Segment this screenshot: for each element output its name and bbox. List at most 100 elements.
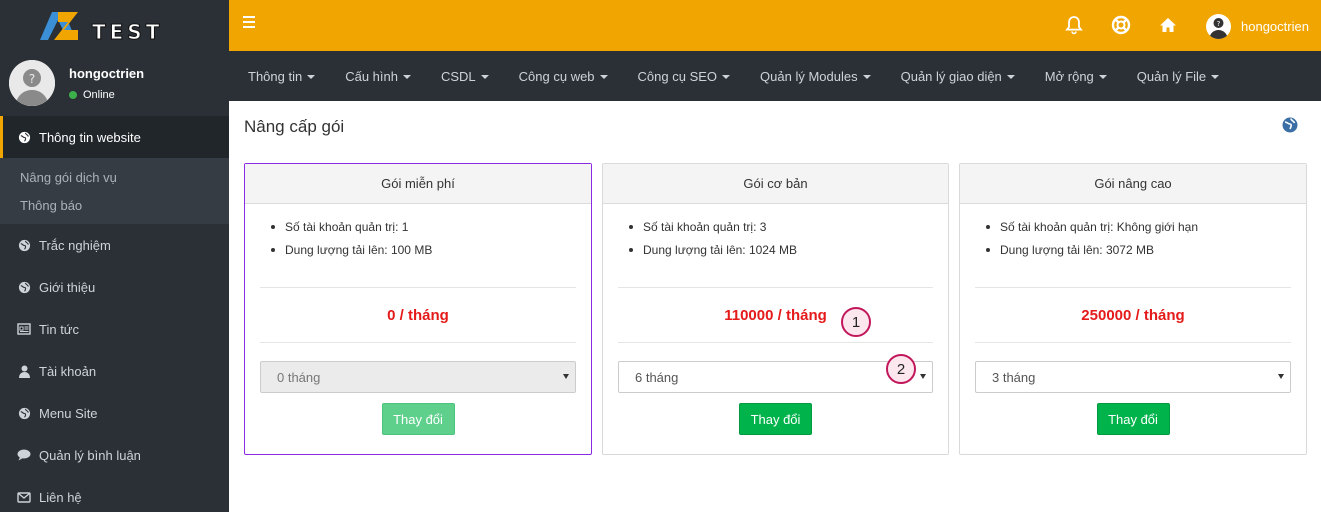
user-menu[interactable]: ? hongoctrien bbox=[1206, 13, 1309, 39]
feature-list: Số tài khoản quản trị: 3 Dung lượng tải … bbox=[618, 204, 933, 264]
feature-list: Số tài khoản quản trị: Không giới hạn Du… bbox=[975, 204, 1291, 264]
duration-value: 3 tháng bbox=[992, 369, 1036, 385]
sidebar-item-tin-tuc[interactable]: Tin tức bbox=[0, 308, 229, 350]
user-status: Online bbox=[69, 89, 115, 101]
sub-menu: Nâng gói dịch vụ Thông báo bbox=[0, 158, 229, 224]
menu-label: Quản lý File bbox=[1136, 68, 1207, 84]
globe-icon bbox=[17, 130, 31, 144]
hamburger-menu-icon[interactable] bbox=[243, 16, 255, 30]
list-item: Số tài khoản quản trị: 3 bbox=[629, 218, 933, 241]
plan-name: Gói cơ bản bbox=[603, 164, 948, 204]
caret-down-icon bbox=[862, 75, 871, 79]
svg-text:?: ? bbox=[1217, 20, 1221, 28]
change-plan-button[interactable]: Thay đổi bbox=[739, 403, 812, 435]
user-icon bbox=[17, 364, 31, 378]
logo-area[interactable]: TEST bbox=[0, 0, 229, 51]
divider bbox=[975, 342, 1291, 343]
svg-text:?: ? bbox=[29, 72, 35, 86]
sidebar-item-thong-tin-website[interactable]: Thông tin website bbox=[0, 116, 229, 158]
dropdown-arrow-icon bbox=[563, 374, 569, 379]
bell-icon[interactable] bbox=[1063, 14, 1085, 36]
sidebar-item-menu-site[interactable]: Menu Site bbox=[0, 392, 229, 434]
menu-quan-ly-modules[interactable]: Quản lý Modules bbox=[745, 69, 886, 84]
home-icon[interactable] bbox=[1157, 14, 1179, 36]
sidebar-subitem-thong-bao[interactable]: Thông báo bbox=[0, 191, 229, 219]
globe-icon bbox=[17, 280, 31, 294]
caret-down-icon bbox=[1006, 75, 1015, 79]
sidebar-item-label: Menu Site bbox=[39, 405, 98, 421]
plan-price: 0 / tháng bbox=[387, 306, 449, 324]
menu-csdl[interactable]: CSDL bbox=[426, 69, 504, 84]
plan-card-free: Gói miễn phí Số tài khoản quản trị: 1 Du… bbox=[244, 163, 592, 455]
sidebar-subitem-nang-goi[interactable]: Nâng gói dịch vụ bbox=[0, 163, 229, 191]
menu-cong-cu-seo[interactable]: Công cụ SEO bbox=[623, 69, 746, 84]
sidebar-item-quan-ly-binh-luan[interactable]: Quản lý bình luận bbox=[0, 434, 229, 476]
plan-card-basic: Gói cơ bản Số tài khoản quản trị: 3 Dung… bbox=[602, 163, 949, 455]
menu-cong-cu-web[interactable]: Công cụ web bbox=[504, 69, 623, 84]
globe-icon bbox=[17, 406, 31, 420]
avatar: ? bbox=[9, 60, 55, 106]
sidebar-item-trac-nghiem[interactable]: Trắc nghiệm bbox=[0, 224, 229, 266]
feature-list: Số tài khoản quản trị: 1 Dung lượng tải … bbox=[260, 204, 576, 264]
sidebar-item-label: Giới thiệu bbox=[39, 279, 96, 295]
caret-down-icon bbox=[1098, 75, 1107, 79]
caret-down-icon bbox=[402, 75, 411, 79]
page-title: Nâng cấp gói bbox=[244, 117, 345, 136]
menu-label: Quản lý Modules bbox=[760, 68, 858, 84]
plan-price: 250000 / tháng bbox=[1081, 306, 1185, 324]
plan-card-advanced: Gói nâng cao Số tài khoản quản trị: Khôn… bbox=[959, 163, 1307, 455]
caret-down-icon bbox=[480, 75, 489, 79]
menu-thong-tin[interactable]: Thông tin bbox=[233, 69, 330, 84]
user-panel: ? hongoctrien Online bbox=[0, 51, 229, 116]
sidebar-item-label: Thông tin website bbox=[39, 129, 141, 145]
lifebuoy-icon[interactable] bbox=[1110, 14, 1132, 36]
globe-icon[interactable] bbox=[1282, 117, 1298, 133]
menu-label: Quản lý giao diện bbox=[900, 68, 1002, 84]
status-label: Online bbox=[83, 89, 115, 101]
dropdown-arrow-icon bbox=[920, 374, 926, 379]
list-item: Số tài khoản quản trị: 1 bbox=[271, 218, 576, 241]
annotation-marker: 1 bbox=[841, 307, 871, 337]
envelope-icon bbox=[17, 490, 31, 504]
caret-down-icon bbox=[307, 75, 316, 79]
menu-quan-ly-giao-dien[interactable]: Quản lý giao diện bbox=[886, 69, 1030, 84]
menu-label: Cấu hình bbox=[345, 68, 398, 84]
username: hongoctrien bbox=[1241, 18, 1309, 34]
newspaper-icon bbox=[17, 322, 31, 336]
menu-label: Công cụ web bbox=[518, 68, 595, 84]
change-plan-button[interactable]: Thay đổi bbox=[1096, 403, 1170, 435]
sidebar-item-tai-khoan[interactable]: Tài khoản bbox=[0, 350, 229, 392]
menu-label: Thông tin bbox=[248, 68, 303, 84]
menu-label: CSDL bbox=[440, 68, 476, 84]
avatar: ? bbox=[1206, 13, 1231, 39]
annotation-marker: 2 bbox=[886, 354, 916, 384]
sidebar-item-label: Tin tức bbox=[39, 321, 80, 337]
sidebar-item-label: Quản lý bình luận bbox=[39, 447, 141, 463]
list-item: Dung lượng tải lên: 1024 MB bbox=[629, 241, 933, 264]
divider bbox=[618, 342, 933, 343]
duration-select[interactable]: 3 tháng bbox=[975, 361, 1291, 393]
online-dot-icon bbox=[69, 91, 77, 99]
main-menu: Thông tin Cấu hình CSDL Công cụ web Công… bbox=[229, 51, 1321, 101]
duration-value: 0 tháng bbox=[277, 369, 321, 385]
menu-mo-rong[interactable]: Mở rộng bbox=[1030, 69, 1122, 84]
divider bbox=[260, 342, 576, 343]
sidebar: ? hongoctrien Online Thông tin website N… bbox=[0, 51, 229, 512]
menu-quan-ly-file[interactable]: Quản lý File bbox=[1122, 69, 1234, 84]
caret-down-icon bbox=[1211, 75, 1220, 79]
duration-value: 6 tháng bbox=[635, 369, 679, 385]
sidebar-item-label: Liên hệ bbox=[39, 489, 82, 505]
list-item: Số tài khoản quản trị: Không giới hạn bbox=[986, 218, 1291, 241]
sidebar-item-gioi-thieu[interactable]: Giới thiệu bbox=[0, 266, 229, 308]
svg-text:TEST: TEST bbox=[92, 20, 163, 42]
menu-cau-hinh[interactable]: Cấu hình bbox=[330, 69, 426, 84]
sidebar-item-lien-he[interactable]: Liên hệ bbox=[0, 476, 229, 512]
user-name: hongoctrien bbox=[69, 66, 145, 81]
list-item: Dung lượng tải lên: 100 MB bbox=[271, 241, 576, 264]
dropdown-arrow-icon bbox=[1278, 374, 1284, 379]
comment-icon bbox=[17, 448, 31, 462]
change-plan-button[interactable]: Thay đổi bbox=[381, 403, 455, 435]
sidebar-item-label: Tài khoản bbox=[39, 363, 97, 379]
duration-select[interactable]: 0 tháng bbox=[260, 361, 576, 393]
caret-down-icon bbox=[722, 75, 731, 79]
